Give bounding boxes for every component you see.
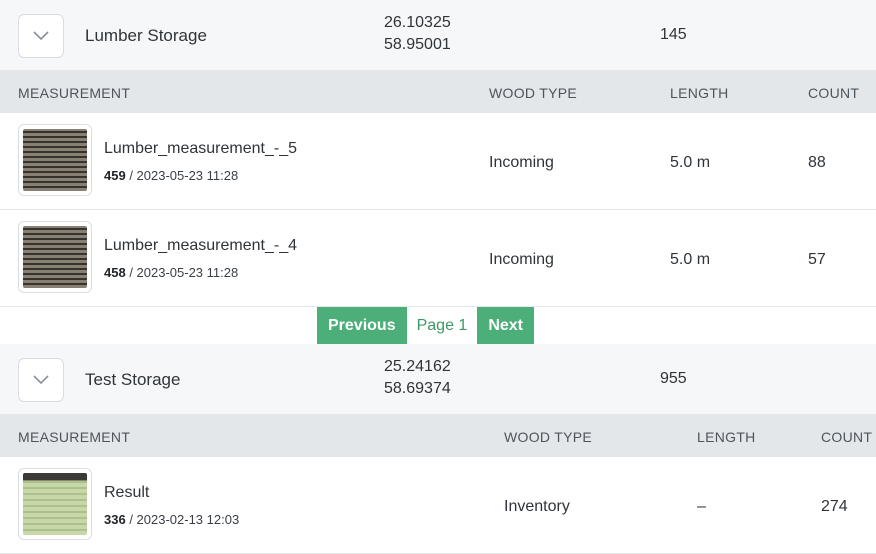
previous-button[interactable]: Previous — [317, 307, 407, 344]
count: 88 — [808, 154, 826, 171]
table-header: MEASUREMENT WOOD TYPE LENGTH COUNT — [0, 415, 876, 457]
next-button[interactable]: Next — [477, 307, 534, 344]
measurement-name[interactable]: Lumber_measurement_-_5 — [104, 140, 297, 158]
measurement-meta: 459 / 2023-05-23 11:28 — [104, 168, 238, 183]
measurement-meta: 458 / 2023-05-23 11:28 — [104, 265, 238, 280]
storage-coordinates: 25.24162 58.69374 — [384, 356, 451, 400]
longitude: 58.69374 — [384, 380, 451, 397]
header-count: COUNT — [821, 429, 873, 445]
storage-row-lumber: Lumber Storage 26.10325 58.95001 145 — [0, 0, 876, 71]
measurement-date: / 2023-05-23 11:28 — [125, 168, 239, 183]
measurement-meta: 336 / 2023-02-13 12:03 — [104, 512, 239, 527]
header-length: LENGTH — [697, 429, 756, 445]
count: 274 — [821, 498, 848, 515]
table-row[interactable]: Result 336 / 2023-02-13 12:03 Inventory … — [0, 457, 876, 554]
storage-name: Lumber Storage — [85, 26, 207, 45]
length: – — [697, 498, 706, 515]
storage-coordinates: 26.10325 58.95001 — [384, 12, 451, 56]
expand-button[interactable] — [18, 358, 64, 402]
measurement-thumbnail[interactable] — [18, 221, 92, 293]
header-wood-type: WOOD TYPE — [504, 429, 593, 445]
storage-name: Test Storage — [85, 370, 181, 389]
storage-count: 955 — [660, 370, 687, 387]
expand-button[interactable] — [18, 14, 64, 58]
header-wood-type: WOOD TYPE — [489, 85, 578, 101]
measurement-id: 459 — [104, 168, 126, 183]
wood-type: Inventory — [504, 498, 570, 515]
measurement-name[interactable]: Lumber_measurement_-_4 — [104, 237, 297, 255]
measurement-id: 336 — [104, 512, 126, 527]
chevron-down-icon — [33, 31, 49, 41]
pagination: Previous Page 1 Next — [0, 307, 876, 344]
count: 57 — [808, 251, 826, 268]
latitude: 25.24162 — [384, 358, 451, 375]
storage-row-test: Test Storage 25.24162 58.69374 955 — [0, 344, 876, 415]
length: 5.0 m — [670, 154, 711, 171]
chevron-down-icon — [33, 375, 49, 385]
wood-type: Incoming — [489, 154, 554, 171]
table-header: MEASUREMENT WOOD TYPE LENGTH COUNT — [0, 71, 876, 113]
measurement-name[interactable]: Result — [104, 484, 149, 502]
wood-type: Incoming — [489, 251, 554, 268]
table-row[interactable]: Lumber_measurement_-_4 458 / 2023-05-23 … — [0, 210, 876, 307]
measurement-date: / 2023-02-13 12:03 — [125, 512, 240, 527]
header-measurement: MEASUREMENT — [18, 429, 131, 445]
measurement-thumbnail[interactable] — [18, 468, 92, 540]
longitude: 58.95001 — [384, 36, 451, 53]
storage-count: 145 — [660, 26, 687, 43]
header-count: COUNT — [808, 85, 860, 101]
table-row[interactable]: Lumber_measurement_-_5 459 / 2023-05-23 … — [0, 113, 876, 210]
header-length: LENGTH — [670, 85, 729, 101]
header-measurement: MEASUREMENT — [18, 85, 131, 101]
latitude: 26.10325 — [384, 14, 451, 31]
length: 5.0 m — [670, 251, 711, 268]
page-indicator: Page 1 — [416, 316, 468, 334]
measurement-thumbnail[interactable] — [18, 124, 92, 196]
measurement-id: 458 — [104, 265, 126, 280]
measurement-date: / 2023-05-23 11:28 — [125, 265, 239, 280]
